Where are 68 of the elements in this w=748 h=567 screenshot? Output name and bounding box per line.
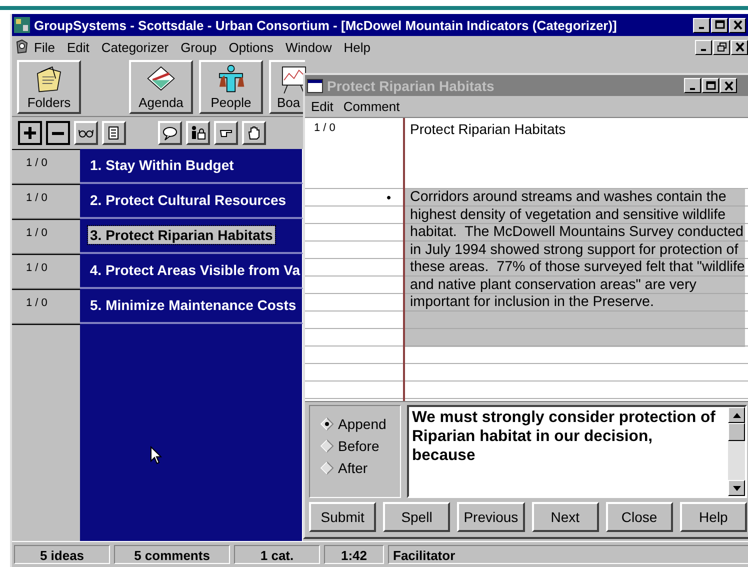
category-row[interactable]: 1. Stay Within Budget: [80, 149, 303, 184]
scroll-down-icon[interactable]: [732, 486, 740, 490]
dialog-button[interactable]: Close: [606, 502, 673, 532]
plus-icon: [22, 125, 38, 141]
scroll-thumb[interactable]: [728, 423, 745, 441]
toolbar-button[interactable]: [46, 121, 70, 145]
radio-label[interactable]: After: [338, 460, 368, 476]
maximize-icon[interactable]: [714, 20, 724, 30]
status-field: 1:42: [324, 545, 384, 564]
radio-button[interactable]: [320, 417, 334, 431]
idea-title: Protect Riparian Habitats: [409, 120, 566, 137]
comment-count: 1 / 0: [313, 121, 336, 134]
window-icon: [307, 78, 323, 92]
dialog-button[interactable]: Next: [532, 502, 599, 532]
status-field: Facilitator: [388, 545, 748, 564]
status-field: 5 ideas: [14, 545, 110, 564]
speech-bubble-icon: [162, 125, 178, 141]
bullet: •: [385, 189, 392, 206]
status-field: 5 comments: [114, 545, 230, 564]
restore-icon[interactable]: [716, 42, 726, 52]
menu-item[interactable]: Window: [286, 40, 332, 54]
close-icon[interactable]: [732, 20, 742, 30]
close-icon[interactable]: [734, 42, 744, 52]
category-label[interactable]: 1. Stay Within Budget: [88, 156, 236, 174]
toolbar-button[interactable]: Boa: [269, 60, 305, 114]
comment-text[interactable]: Corridors around streams and washes contain the highest density of vegetation and sensitive wildlife habitat. The McDowell Mountains Survey conducted in July 1994 showed strong support for protection of these areas. 77% of those surveyed felt that "wildlife and native plant conservation areas" are very important for inclusion in the Preserve.: [405, 189, 745, 346]
category-label[interactable]: 2. Protect Cultural Resources: [88, 191, 288, 209]
category-row[interactable]: 5. Minimize Maintenance Costs: [80, 289, 303, 324]
person-lock-icon: [190, 125, 206, 141]
mouse-pointer-icon: [150, 446, 162, 465]
radio-button[interactable]: [320, 439, 334, 453]
category-row[interactable]: 4. Protect Areas Visible from Va: [80, 254, 303, 289]
scrollbar[interactable]: [728, 407, 745, 496]
comment-input[interactable]: We must strongly consider protection of Riparian habitat in our decision, because: [407, 405, 747, 498]
menu-item[interactable]: Help: [344, 40, 371, 54]
window-title: Protect Riparian Habitats: [327, 78, 496, 94]
scroll-up-icon[interactable]: [732, 412, 740, 418]
category-row[interactable]: 2. Protect Cultural Resources: [80, 184, 303, 219]
close-icon[interactable]: [724, 80, 734, 90]
dialog-button[interactable]: Submit: [309, 502, 376, 532]
hand-icon: [246, 125, 262, 141]
dialog-button[interactable]: Help: [680, 502, 748, 532]
status-field: 1 cat.: [234, 545, 320, 564]
menu-item[interactable]: Comment: [343, 99, 400, 114]
menu-item[interactable]: Group: [180, 40, 217, 54]
maximize-icon[interactable]: [706, 80, 716, 90]
radio-button[interactable]: [320, 461, 334, 475]
dialog-button[interactable]: Previous: [457, 502, 525, 532]
window-title: GroupSystems - Scottsdale - Urban Consortium - [McDowel Mountain Indicators (Categorizer)]: [34, 18, 618, 32]
dialog-button[interactable]: Spell: [383, 502, 450, 532]
radio-label[interactable]: Append: [338, 416, 386, 432]
toolbar-button[interactable]: Agenda: [129, 60, 193, 114]
menu-item[interactable]: Options: [228, 40, 274, 54]
category-label[interactable]: 3. Protect Riparian Habitats: [88, 226, 275, 244]
menu-item[interactable]: Categorizer: [101, 40, 169, 54]
toolbar-button[interactable]: Folders: [17, 60, 81, 114]
toolbar-button[interactable]: People: [199, 60, 263, 114]
category-label[interactable]: 5. Minimize Maintenance Costs: [88, 296, 298, 314]
minus-icon: [52, 132, 64, 134]
menu-item[interactable]: File: [34, 40, 55, 54]
radio-label[interactable]: Before: [338, 438, 380, 454]
menu-item[interactable]: Edit: [66, 40, 90, 54]
app-icon: [14, 17, 30, 33]
menu-item[interactable]: Edit: [311, 99, 334, 114]
pointing-hand-icon: [220, 130, 232, 136]
category-label[interactable]: 4. Protect Areas Visible from Va: [88, 261, 302, 279]
category-row[interactable]: 3. Protect Riparian Habitats: [80, 219, 303, 254]
toolbar-button[interactable]: [18, 121, 42, 145]
